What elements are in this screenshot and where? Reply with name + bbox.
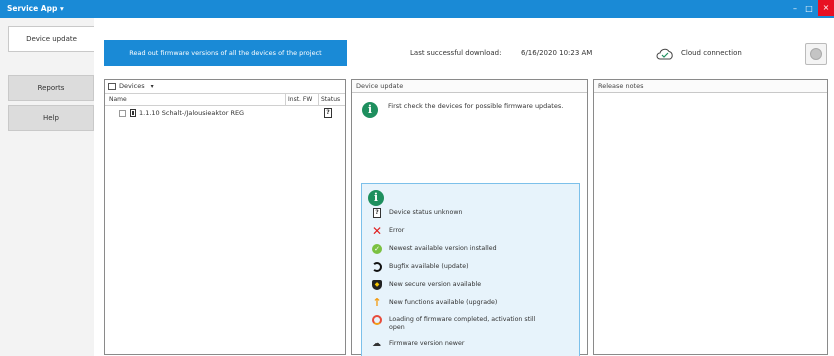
last-download-label: Last successful download: [410,49,502,57]
error-icon: ✕ [372,224,383,238]
table-row[interactable]: 1.1.10 Schalt-/Jalousieaktor REG ? [105,106,345,120]
secure-version-icon: ◆ [372,280,382,290]
device-name: 1.1.10 Schalt-/Jalousieaktor REG [139,109,245,117]
release-notes-panel: Release notes [593,79,828,355]
devices-panel: Devices ▾ Name Inst. FW Status 1.1.10 Sch… [104,79,346,355]
legend-text: New functions available (upgrade) [389,299,498,306]
settings-button[interactable] [805,43,827,65]
device-update-header: Device update [352,80,587,93]
column-divider [285,94,286,106]
legend-text: Newest available version installed [389,245,497,252]
device-status-unknown-icon: ? [373,208,381,218]
release-notes-header: Release notes [594,80,827,93]
app-title: Service App [7,4,58,13]
bugfix-icon [372,262,382,272]
maximize-button[interactable]: □ [804,3,814,15]
update-message: First check the devices for possible fir… [388,102,564,110]
devices-filter-label: Devices [119,82,145,90]
cloud-connection-icon [656,48,673,60]
device-status-unknown-icon: ? [324,108,332,118]
newest-version-icon: ✓ [372,244,382,254]
tab-reports[interactable]: Reports [8,75,94,101]
device-update-panel: Device update i First check the devices … [351,79,588,356]
info-icon: i [362,102,378,118]
close-button[interactable]: × [818,0,834,16]
legend-text: Device status unknown [389,209,463,216]
loading-completed-icon [372,315,382,325]
main-content: Read out firmware versions of all the de… [94,18,834,356]
app-menu[interactable]: Service App ▾ [7,4,64,13]
chevron-down-icon: ▾ [59,4,64,13]
firmware-newer-icon: ☁ [372,339,381,349]
read-firmware-button[interactable]: Read out firmware versions of all the de… [104,40,347,66]
tab-device-update[interactable]: Device update [8,26,94,52]
legend-text: Error [389,227,405,234]
last-download-value: 6/16/2020 10:23 AM [521,49,593,57]
device-checkbox[interactable] [119,110,126,117]
minimize-button[interactable]: – [790,3,800,15]
device-icon [130,109,136,117]
legend-text: New secure version available [389,281,482,288]
cloud-connection-label: Cloud connection [681,49,742,57]
chevron-down-icon[interactable]: ▾ [151,83,154,90]
new-functions-icon: ↑ [372,296,382,309]
column-header-status[interactable]: Status [318,94,340,105]
column-header-name[interactable]: Name [109,94,127,105]
status-legend: i ? Device status unknown ✕ Error ✓ Newe… [361,183,580,356]
info-icon: i [368,190,384,206]
column-header-inst-fw[interactable]: Inst. FW [288,94,312,105]
devices-column-headers: Name Inst. FW Status [105,94,345,106]
side-navigation: Device update Reports Help [0,18,94,356]
devices-filter[interactable]: Devices ▾ [105,80,345,94]
gear-icon [810,48,822,60]
tab-help[interactable]: Help [8,105,94,131]
device-list-icon [108,82,116,90]
legend-text: Bugfix available (update) [389,263,469,270]
title-bar: Service App ▾ – □ × [0,0,834,18]
legend-text: Firmware version newer [389,340,465,347]
legend-text: Loading of firmware completed, activatio… [389,316,536,331]
